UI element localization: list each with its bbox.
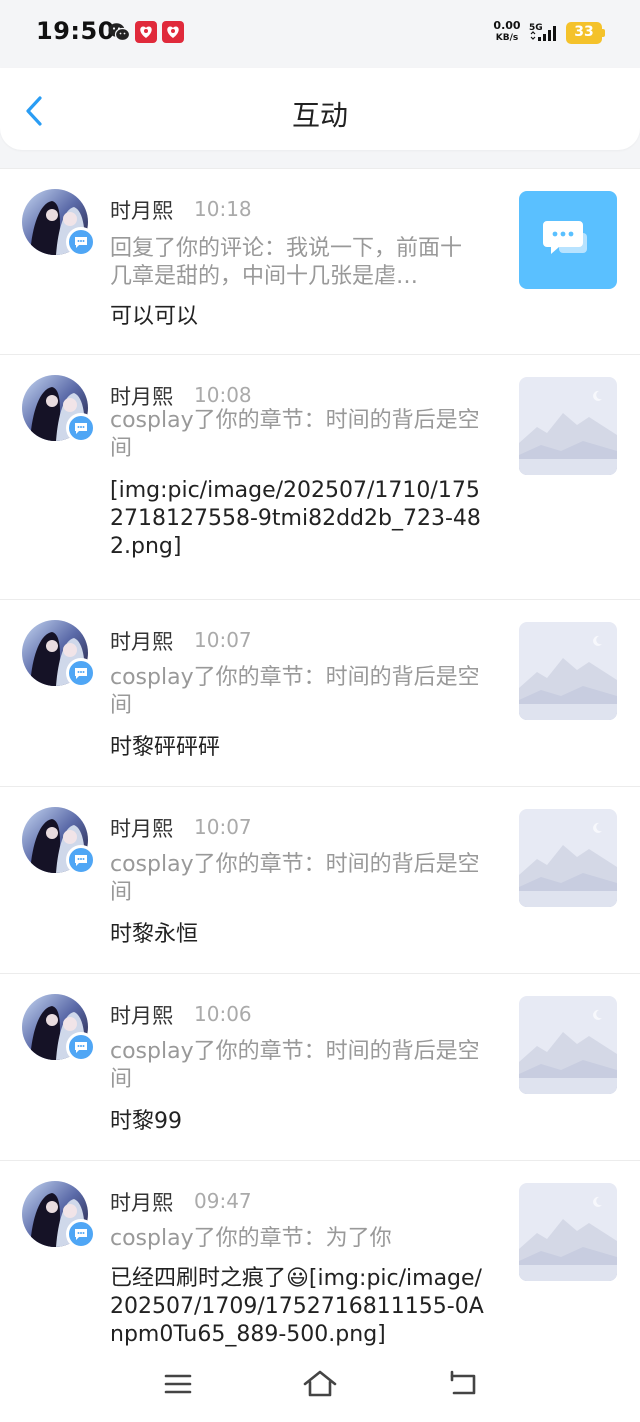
- comment-text: 时黎99: [110, 1109, 182, 1134]
- action-text: cosplay了你的章节：时间的背后是空间: [110, 408, 480, 461]
- user-name[interactable]: 时月熙: [110, 1000, 173, 1030]
- action-text: cosplay了你的章节：时间的背后是空间: [110, 852, 480, 905]
- interaction-list: 时月熙 10:18 回复了你的评论：我说一下，前面十几章是甜的，中间十几张是虐……: [0, 168, 640, 1360]
- list-item[interactable]: 时月熙 09:47 cosplay了你的章节：为了你 已经四刷时之痕了😃[img…: [0, 1160, 640, 1360]
- user-name[interactable]: 时月熙: [110, 626, 173, 656]
- timestamp: 10:08: [194, 383, 252, 407]
- chat-badge-icon: [66, 1032, 96, 1062]
- network-type: 5G: [529, 23, 543, 33]
- menu-icon[interactable]: [158, 1368, 198, 1400]
- chat-badge-icon: [66, 658, 96, 688]
- image-placeholder-icon[interactable]: [519, 622, 617, 720]
- image-placeholder-icon[interactable]: [519, 996, 617, 1094]
- wechat-icon: [108, 23, 130, 42]
- page-title: 互动: [291, 99, 348, 132]
- app-notification-icon: [135, 21, 157, 43]
- comment-text: 可以可以: [110, 304, 199, 329]
- timestamp: 10:07: [194, 815, 252, 839]
- image-placeholder-icon[interactable]: [519, 377, 617, 475]
- app-header: 互动: [0, 68, 640, 150]
- app-notification-icon: [162, 21, 184, 43]
- screen: 19:50 0.00 KB/s 5G 33 互动 时月熙 10:18 回复了你的…: [0, 0, 640, 1422]
- status-time: 19:50: [36, 17, 115, 45]
- chat-badge-icon: [66, 413, 96, 443]
- system-nav-bar: [0, 1350, 640, 1422]
- network-speed-value: 0.00: [493, 19, 521, 32]
- user-name[interactable]: 时月熙: [110, 195, 173, 225]
- list-item[interactable]: 时月熙 10:07 cosplay了你的章节：时间的背后是空间 时黎永恒: [0, 786, 640, 973]
- chat-badge-icon: [66, 845, 96, 875]
- comment-text: [img:pic/image/202507/1710/1752718127558…: [110, 478, 481, 559]
- battery-indicator: 33: [566, 22, 606, 44]
- timestamp: 09:47: [194, 1189, 252, 1213]
- home-icon[interactable]: [300, 1368, 340, 1400]
- battery-level: 33: [574, 24, 594, 40]
- signal-icon: 5G: [529, 23, 556, 41]
- network-speed-unit: KB/s: [495, 33, 519, 43]
- list-item[interactable]: 时月熙 10:06 cosplay了你的章节：时间的背后是空间 时黎99: [0, 973, 640, 1160]
- user-name[interactable]: 时月熙: [110, 1187, 173, 1217]
- comment-text: 时黎砰砰砰: [110, 735, 221, 760]
- timestamp: 10:06: [194, 1002, 252, 1026]
- timestamp: 10:07: [194, 628, 252, 652]
- chat-bubble-icon[interactable]: [519, 191, 617, 289]
- image-placeholder-icon[interactable]: [519, 1183, 617, 1281]
- comment-text: 已经四刷时之痕了😃[img:pic/image/202507/1709/1752…: [110, 1266, 484, 1347]
- action-text: cosplay了你的章节：为了你: [110, 1226, 392, 1251]
- back-icon[interactable]: [442, 1368, 482, 1400]
- chat-badge-icon: [66, 227, 96, 257]
- timestamp: 10:18: [194, 197, 252, 221]
- chat-badge-icon: [66, 1219, 96, 1249]
- action-text: cosplay了你的章节：时间的背后是空间: [110, 1039, 480, 1092]
- list-item[interactable]: 时月熙 10:08 cosplay了你的章节：时间的背后是空间 [img:pic…: [0, 354, 640, 599]
- comment-text: 时黎永恒: [110, 922, 199, 947]
- list-item[interactable]: 时月熙 10:07 cosplay了你的章节：时间的背后是空间 时黎砰砰砰: [0, 599, 640, 786]
- network-speed: 0.00 KB/s: [492, 20, 522, 44]
- action-text: 回复了你的评论：我说一下，前面十几章是甜的，中间十几张是虐…: [110, 236, 463, 289]
- action-text: cosplay了你的章节：时间的背后是空间: [110, 665, 480, 718]
- list-item[interactable]: 时月熙 10:18 回复了你的评论：我说一下，前面十几章是甜的，中间十几张是虐……: [0, 168, 640, 354]
- image-placeholder-icon[interactable]: [519, 809, 617, 907]
- status-bar: 19:50 0.00 KB/s 5G 33: [0, 0, 640, 68]
- user-name[interactable]: 时月熙: [110, 813, 173, 843]
